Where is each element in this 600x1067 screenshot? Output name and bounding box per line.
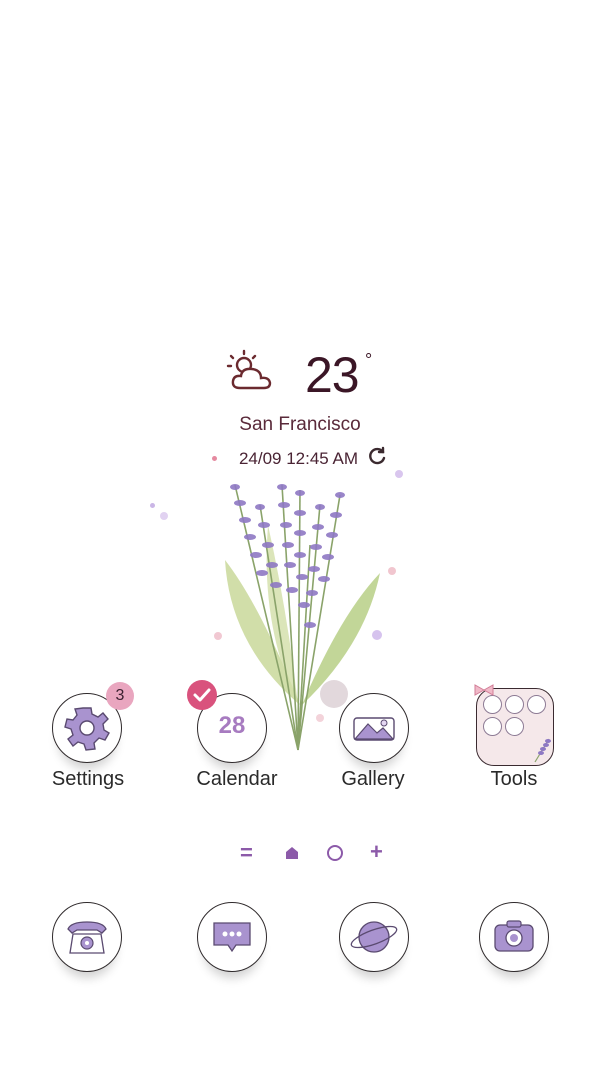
mini-app-icon [527,695,546,714]
sun-cloud-icon[interactable] [222,348,286,396]
phone-icon [67,921,107,954]
settings-label[interactable]: Settings [18,768,158,791]
calendar-label[interactable]: Calendar [167,768,307,791]
phone-app-icon[interactable] [52,902,122,972]
camera-icon [494,920,534,952]
mini-app-icon [483,717,502,736]
browser-icon [350,921,398,953]
bow-icon [474,684,494,696]
check-icon [187,680,217,710]
decor-dot [388,567,396,575]
tools-label[interactable]: Tools [444,768,584,791]
tools-folder-icon[interactable] [474,684,554,766]
messages-app-icon[interactable] [197,902,267,972]
message-icon [213,922,251,953]
browser-app-icon[interactable] [339,902,409,972]
decor-dot [150,503,155,508]
mini-app-icon [505,695,524,714]
image-icon [353,717,395,741]
decor-dot [316,714,324,722]
decor-dot [372,630,382,640]
gallery-app-icon[interactable] [339,693,409,763]
temperature[interactable]: 23 [305,345,360,405]
decor-dot [160,512,168,520]
calendar-date: 28 [218,712,246,739]
add-page-button[interactable]: + [370,839,383,865]
decor-dot [395,470,403,478]
gallery-label[interactable]: Gallery [303,768,443,791]
page-indicator-dot[interactable] [327,845,343,861]
mini-app-icon [505,717,524,736]
home-page-indicator-icon[interactable] [285,846,299,865]
lavender-sprig-icon [534,738,551,763]
page-indicator-menu[interactable]: = [240,840,253,866]
mini-app-icon [483,695,502,714]
notification-badge: 3 [106,682,134,710]
decor-dot [214,632,222,640]
weather-city[interactable]: San Francisco [0,414,600,436]
camera-app-icon[interactable] [479,902,549,972]
decor-dot [211,456,217,461]
degree-symbol: ° [365,350,373,370]
